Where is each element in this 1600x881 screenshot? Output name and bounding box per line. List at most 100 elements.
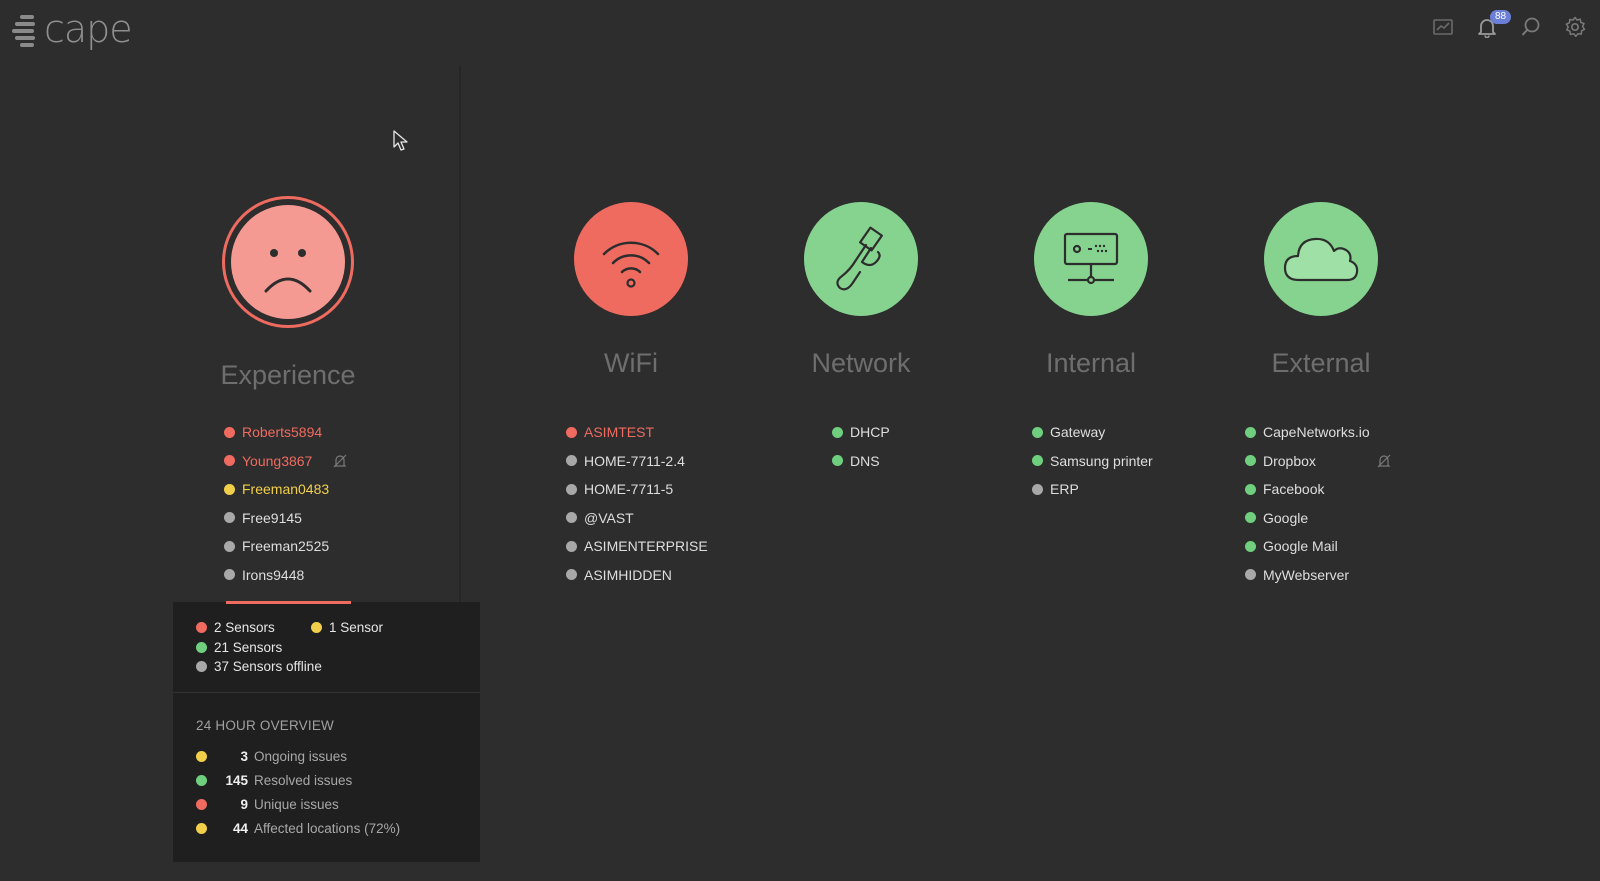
list-item[interactable]: Freeman2525 <box>224 532 329 561</box>
list-item[interactable]: DNS <box>832 447 890 476</box>
panel-divider <box>173 692 480 693</box>
list-item[interactable]: Irons9448 <box>224 561 329 590</box>
notifications-bell-icon[interactable]: 88 <box>1476 10 1512 39</box>
list-item[interactable]: ERP <box>1032 475 1153 504</box>
sensors-offline[interactable]: 37 Sensors offline <box>196 659 322 674</box>
list-item-label: ERP <box>1050 481 1079 498</box>
status-dot <box>1245 455 1256 467</box>
sensors-yellow[interactable]: 1 Sensor <box>311 620 383 635</box>
status-dot <box>196 823 207 834</box>
status-dot <box>566 569 577 581</box>
external-list: CapeNetworks.io Dropbox Facebook Google … <box>1245 418 1391 590</box>
status-dot <box>1032 426 1043 438</box>
cape-logo[interactable]: cape <box>12 7 133 51</box>
overview-title: 24 HOUR OVERVIEW <box>196 718 334 733</box>
list-item-label: MyWebserver <box>1263 566 1350 583</box>
list-item[interactable]: Free9145 <box>224 504 329 533</box>
experience-title: Experience <box>220 360 356 390</box>
list-item[interactable]: Google Mail <box>1245 532 1370 561</box>
external-title: External <box>1271 348 1371 378</box>
column-divider <box>459 66 461 606</box>
status-dot <box>566 540 577 552</box>
external-column[interactable]: External <box>1201 196 1441 379</box>
logo-text: cape <box>44 7 133 51</box>
list-item[interactable]: HOME-7711-2.4 <box>566 447 708 476</box>
list-item-label: Google <box>1263 509 1309 526</box>
list-item[interactable]: ASIMHIDDEN <box>566 561 708 590</box>
wifi-list: ASIMTEST HOME-7711-2.4 HOME-7711-5 @VAST… <box>566 418 708 589</box>
list-item[interactable]: Young3867 <box>224 447 347 476</box>
overview-label: Resolved issues <box>254 773 353 788</box>
overview-count: 145 <box>225 773 248 788</box>
server-icon <box>1063 232 1119 285</box>
status-dot <box>196 775 207 786</box>
network-title: Network <box>811 348 911 378</box>
list-item-label: Samsung printer <box>1050 452 1153 469</box>
list-item-label: Roberts5894 <box>242 424 323 441</box>
internal-title: Internal <box>1045 348 1137 378</box>
overview-row[interactable]: 3 Ongoing issues <box>196 749 347 764</box>
wifi-status-circle[interactable] <box>574 202 688 316</box>
experience-status-ring[interactable] <box>222 196 354 328</box>
sensors-offline-label: 37 Sensors offline <box>214 659 322 674</box>
muted-bell-icon[interactable] <box>332 453 348 469</box>
overview-row[interactable]: 145 Resolved issues <box>196 773 352 788</box>
status-dot <box>224 426 235 438</box>
status-dot <box>1245 483 1256 495</box>
list-item[interactable]: Freeman0483 <box>224 475 329 504</box>
list-item-label: DHCP <box>850 424 890 441</box>
status-dot <box>224 455 235 467</box>
list-item[interactable]: CapeNetworks.io <box>1245 418 1370 447</box>
list-item[interactable]: @VAST <box>566 504 708 533</box>
list-item[interactable]: HOME-7711-5 <box>566 475 708 504</box>
gear-icon[interactable] <box>1564 16 1586 38</box>
wifi-icon <box>602 241 660 288</box>
status-dot <box>196 642 207 653</box>
internal-list: Gateway Samsung printer ERP <box>1032 418 1153 504</box>
search-icon[interactable] <box>1520 16 1542 38</box>
experience-column[interactable]: Experience <box>168 196 408 391</box>
status-dot <box>832 455 843 467</box>
overview-label: Ongoing issues <box>254 749 348 764</box>
sensors-red[interactable]: 2 Sensors <box>196 620 275 635</box>
status-dot <box>224 512 235 524</box>
list-item[interactable]: Roberts5894 <box>224 418 329 447</box>
ethernet-cable-icon <box>836 226 883 291</box>
reports-icon[interactable] <box>1432 16 1454 38</box>
top-bar: cape 88 <box>0 0 1600 64</box>
status-dot <box>224 540 235 552</box>
mouse-cursor-icon <box>393 130 408 151</box>
list-item[interactable]: Samsung printer <box>1032 447 1153 476</box>
wifi-column[interactable]: WiFi <box>511 196 751 379</box>
list-item[interactable]: Gateway <box>1032 418 1153 447</box>
external-status-circle[interactable] <box>1264 202 1378 316</box>
overview-row[interactable]: 9 Unique issues <box>196 797 339 812</box>
overview-row[interactable]: 44 Affected locations (72%) <box>196 821 400 836</box>
list-item-label: Facebook <box>1263 481 1325 498</box>
internal-status-circle[interactable] <box>1034 202 1148 316</box>
status-dot <box>224 483 235 495</box>
list-item-label: Gateway <box>1050 424 1106 441</box>
list-item[interactable]: DHCP <box>832 418 890 447</box>
status-dot <box>1245 426 1256 438</box>
list-item-label: ASIMTEST <box>584 424 655 441</box>
network-status-circle[interactable] <box>804 202 918 316</box>
status-dot <box>196 661 207 672</box>
internal-column[interactable]: Internal <box>971 196 1211 379</box>
status-dot <box>566 426 577 438</box>
muted-bell-icon[interactable] <box>1376 453 1392 469</box>
list-item[interactable]: Dropbox <box>1245 447 1391 476</box>
list-item-label: Free9145 <box>242 509 302 526</box>
sensors-red-label: 2 Sensors <box>214 620 275 635</box>
list-item[interactable]: MyWebserver <box>1245 561 1370 590</box>
list-item[interactable]: Facebook <box>1245 475 1370 504</box>
list-item[interactable]: Google <box>1245 504 1370 533</box>
list-item-label: Freeman0483 <box>242 481 330 498</box>
overview-label: Affected locations (72%) <box>254 821 401 836</box>
network-column[interactable]: Network <box>741 196 981 379</box>
list-item[interactable]: ASIMTEST <box>566 418 708 447</box>
sensors-green[interactable]: 21 Sensors <box>196 640 282 655</box>
panel-accent-bar <box>226 601 351 604</box>
overview-count: 44 <box>232 821 248 836</box>
list-item[interactable]: ASIMENTERPRISE <box>566 532 708 561</box>
